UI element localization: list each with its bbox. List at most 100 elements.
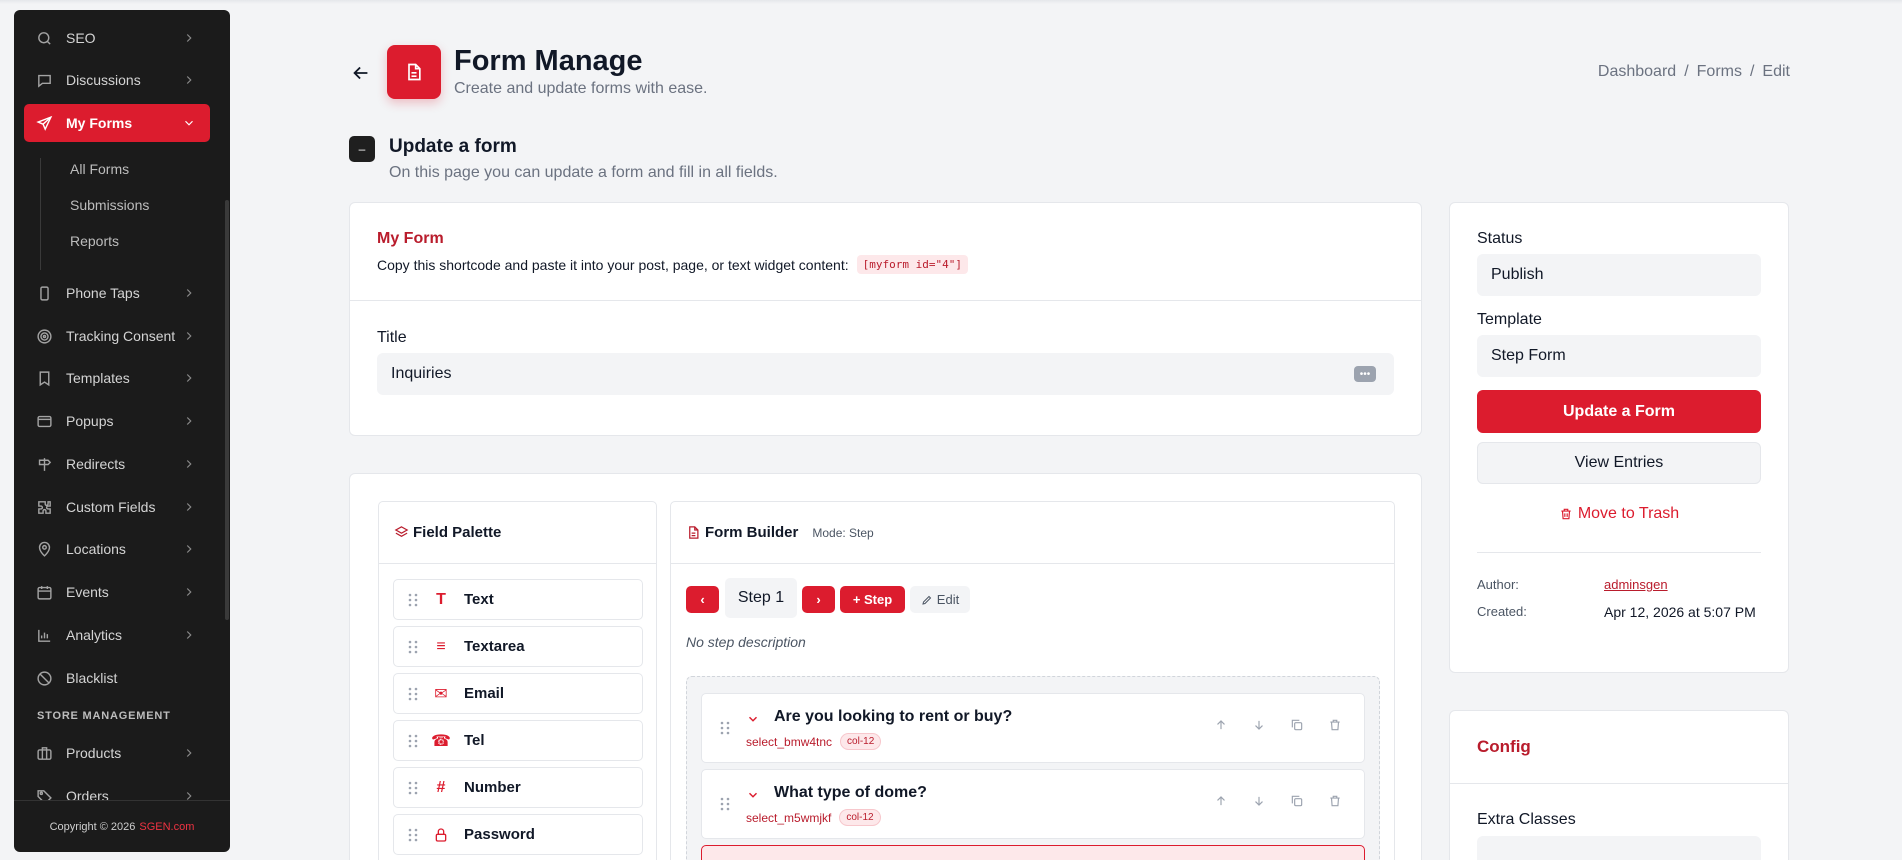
- briefcase-icon: [34, 743, 54, 763]
- prev-step-button[interactable]: ‹: [686, 586, 719, 613]
- sidebar-item-events[interactable]: Events: [24, 573, 210, 611]
- submenu-reports[interactable]: Reports: [70, 233, 119, 249]
- page-title: Form Manage: [454, 45, 643, 77]
- arrow-down-icon[interactable]: [1252, 718, 1268, 734]
- puzzle-icon: [34, 497, 54, 517]
- move-to-trash-link[interactable]: Move to Trash: [1477, 505, 1761, 523]
- shortcode-text: Copy this shortcode and paste it into yo…: [377, 256, 849, 273]
- phone-icon: [34, 283, 54, 303]
- trash-icon[interactable]: [1328, 718, 1344, 734]
- config-title: Config: [1477, 737, 1531, 756]
- template-select[interactable]: Step Form: [1477, 335, 1761, 377]
- question-meta: select_bmw4tnc col-12: [746, 733, 882, 750]
- question-row[interactable]: What type of dome? select_m5wmjkf col-12: [701, 769, 1365, 839]
- sidebar-item-label: Events: [66, 584, 109, 600]
- author-link[interactable]: adminsgen: [1604, 577, 1668, 592]
- sidebar-item-custom-fields[interactable]: Custom Fields: [24, 488, 210, 526]
- drag-handle-icon: [408, 640, 422, 654]
- status-label: Status: [1477, 230, 1523, 247]
- palette-item-text[interactable]: T Text: [393, 579, 643, 620]
- section-collapse-button[interactable]: –: [349, 136, 375, 162]
- lock-icon: [432, 826, 450, 844]
- title-label: Title: [377, 329, 407, 346]
- breadcrumb-forms[interactable]: Forms: [1697, 63, 1742, 81]
- shortcode-code[interactable]: [myform id="4"]: [856, 255, 968, 274]
- created-value: Apr 12, 2026 at 5:07 PM: [1604, 604, 1756, 620]
- drag-handle-icon[interactable]: [720, 721, 732, 735]
- question-row-selected[interactable]: [701, 845, 1365, 860]
- breadcrumb-dashboard[interactable]: Dashboard: [1598, 63, 1676, 81]
- sidebar-item-label: Templates: [66, 370, 130, 386]
- sidebar-item-blacklist[interactable]: Blacklist: [24, 659, 210, 697]
- palette-item-textarea[interactable]: ≡ Textarea: [393, 626, 643, 667]
- drag-handle-icon[interactable]: [720, 797, 732, 811]
- status-select[interactable]: Publish: [1477, 254, 1761, 296]
- step-dropzone[interactable]: Are you looking to rent or buy? select_b…: [686, 676, 1380, 860]
- sidebar-item-redirects[interactable]: Redirects: [24, 445, 210, 483]
- created-label: Created:: [1477, 604, 1527, 619]
- sidebar-item-orders[interactable]: Orders: [24, 777, 210, 800]
- sidebar-item-analytics[interactable]: Analytics: [24, 616, 210, 654]
- calendar-icon: [34, 582, 54, 602]
- edit-step-button[interactable]: Edit: [910, 586, 970, 613]
- next-step-button[interactable]: ›: [802, 586, 835, 613]
- sidebar-item-products[interactable]: Products: [24, 734, 210, 772]
- mail-icon: ✉: [434, 685, 448, 703]
- sidebar-item-discussions[interactable]: Discussions: [24, 61, 210, 99]
- chevron-down-icon[interactable]: [746, 712, 760, 726]
- document-icon: [686, 525, 701, 540]
- add-step-button[interactable]: + Step: [840, 586, 905, 613]
- submenu-all-forms[interactable]: All Forms: [70, 161, 129, 177]
- sidebar-item-templates[interactable]: Templates: [24, 359, 210, 397]
- sidebar-scrollbar[interactable]: [225, 200, 229, 620]
- sidebar-item-my-forms[interactable]: My Forms: [24, 104, 210, 142]
- arrow-up-icon[interactable]: [1214, 794, 1230, 810]
- chevron-right-icon: [186, 588, 192, 596]
- field-palette-title: Field Palette: [413, 524, 502, 541]
- page-subtitle: Create and update forms with ease.: [454, 80, 708, 97]
- question-key: select_bmw4tnc: [746, 734, 833, 749]
- question-row[interactable]: Are you looking to rent or buy? select_b…: [701, 693, 1365, 763]
- text-type-icon: T: [436, 590, 446, 608]
- brand-link[interactable]: SGEN.com: [139, 821, 194, 833]
- trash-icon[interactable]: [1328, 794, 1344, 810]
- palette-item-password[interactable]: Password: [393, 814, 643, 855]
- question-title: What type of dome?: [774, 784, 927, 801]
- copy-icon[interactable]: [1290, 794, 1306, 810]
- view-entries-button[interactable]: View Entries: [1477, 442, 1761, 484]
- phone-icon: ☎: [431, 732, 451, 750]
- title-input[interactable]: Inquiries •••: [377, 353, 1394, 395]
- chevron-right-icon: [186, 289, 192, 297]
- more-dots-icon[interactable]: •••: [1354, 366, 1376, 382]
- sidebar-item-tracking-consent[interactable]: Tracking Consent: [24, 317, 210, 355]
- arrow-down-icon[interactable]: [1252, 794, 1268, 810]
- sidebar-item-popups[interactable]: Popups: [24, 402, 210, 440]
- sidebar-item-phone-taps[interactable]: Phone Taps: [24, 274, 210, 312]
- arrow-up-icon[interactable]: [1214, 718, 1230, 734]
- sidebar-item-locations[interactable]: Locations: [24, 530, 210, 568]
- sidebar-item-label: Discussions: [66, 72, 141, 88]
- sidebar-item-label: Phone Taps: [66, 285, 140, 301]
- chevron-down-icon[interactable]: [746, 788, 760, 802]
- question-actions: [1214, 718, 1344, 734]
- trash-icon: [1561, 508, 1571, 520]
- breadcrumb-edit: Edit: [1762, 63, 1790, 80]
- submenu-submissions[interactable]: Submissions: [70, 197, 149, 213]
- palette-item-number[interactable]: # Number: [393, 767, 643, 808]
- sidebar-item-seo[interactable]: SEO: [24, 19, 210, 57]
- palette-item-label: Text: [464, 591, 494, 608]
- top-shadow: [0, 0, 1902, 4]
- update-form-button[interactable]: Update a Form: [1477, 390, 1761, 433]
- divider: [1477, 552, 1761, 553]
- palette-item-tel[interactable]: ☎ Tel: [393, 720, 643, 761]
- back-arrow-icon[interactable]: [350, 62, 372, 84]
- step-tab-1[interactable]: Step 1: [725, 578, 797, 618]
- palette-item-label: Number: [464, 779, 521, 796]
- palette-item-email[interactable]: ✉ Email: [393, 673, 643, 714]
- copy-icon[interactable]: [1290, 718, 1306, 734]
- extra-classes-input[interactable]: [1477, 836, 1761, 860]
- window-icon: [34, 411, 54, 431]
- divider: [350, 300, 1421, 301]
- drag-handle-icon: [408, 593, 422, 607]
- sidebar-item-label: Locations: [66, 541, 126, 557]
